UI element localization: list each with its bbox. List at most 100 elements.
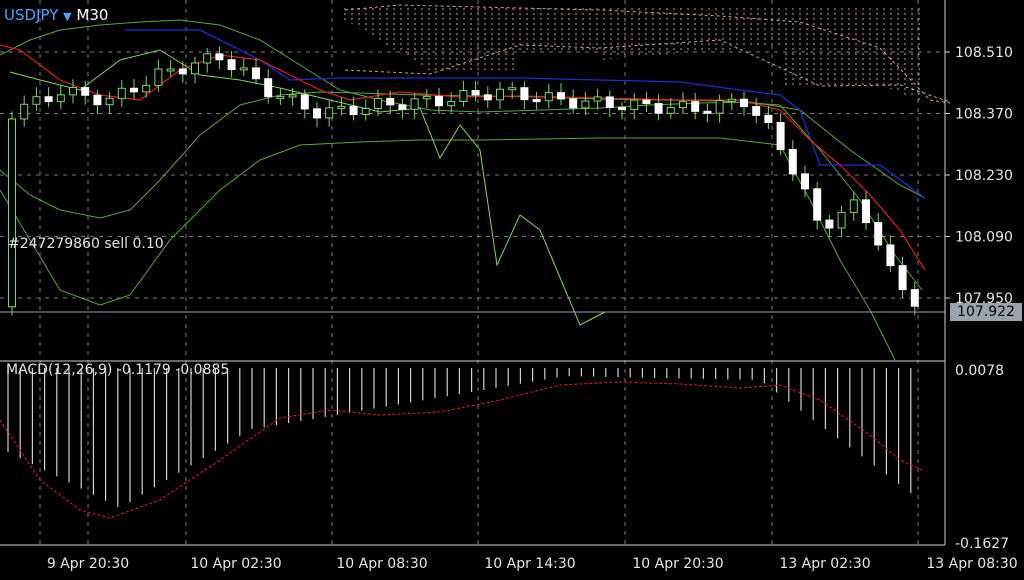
candle-bull (727, 98, 736, 102)
bollinger-middle (0, 91, 923, 291)
symbol-name: USDJPY (4, 6, 59, 24)
timeframe-label: M30 (76, 6, 109, 24)
current-price-tag: 107.922 (950, 303, 1022, 321)
candle-bull (361, 107, 370, 115)
candle-bull (166, 68, 175, 72)
candle-bear (178, 68, 187, 75)
candle-bull (154, 68, 163, 86)
candle-bear (398, 104, 407, 110)
candle-bear (227, 59, 236, 71)
price-axis-tick: 108.230 (955, 168, 1013, 184)
candle-bull (630, 99, 639, 111)
candle-bull (337, 105, 346, 109)
candle-bull (593, 96, 602, 102)
candle-bear (349, 105, 358, 115)
candle-bear (81, 87, 90, 96)
candle-bear (264, 78, 273, 98)
candle-bear (654, 103, 663, 114)
price-axis-tick: 108.090 (955, 230, 1013, 246)
candle-bull (8, 118, 16, 308)
candle-bear (642, 99, 651, 105)
time-axis-tick: 9 Apr 20:30 (47, 556, 129, 572)
candle-bear (764, 114, 773, 124)
chart-canvas[interactable]: 108.510108.370108.230108.090107.9500.007… (0, 0, 1024, 576)
candle-bull (837, 211, 846, 229)
candle-bull (666, 107, 675, 114)
candle-bull (239, 67, 248, 71)
candle-bear (252, 67, 260, 80)
candle-bull (849, 199, 858, 213)
macd-indicator-label: MACD(12,26,9) -0.1179 -0.0885 (6, 362, 230, 378)
candle-bear (313, 108, 321, 119)
candle-bear (130, 87, 138, 93)
candle-bear (386, 97, 395, 106)
candle-bear (557, 92, 565, 100)
candle-bear (483, 94, 492, 101)
trade-order-label[interactable]: #247279860 sell 0.10 (8, 236, 164, 252)
candle-bull (679, 101, 687, 109)
candle-bear (776, 122, 785, 150)
candle-bull (276, 96, 285, 100)
green-oscillator-line (9, 49, 606, 326)
candle-bull (459, 89, 468, 102)
dropdown-triangle-icon[interactable]: ▼ (63, 10, 71, 23)
candle-bear (740, 98, 748, 108)
candle-bear (435, 95, 443, 107)
candle-bull (410, 98, 419, 110)
candle-bear (215, 53, 224, 61)
candle-bear (44, 96, 53, 103)
candlesticks (8, 46, 919, 316)
candle-bear (532, 99, 541, 103)
time-axis-tick: 13 Apr 02:30 (779, 556, 870, 572)
candle-bull (422, 95, 431, 100)
candle-bear (898, 265, 907, 291)
candle-bull (142, 84, 151, 93)
bollinger-bands (0, 19, 926, 361)
time-axis-tick: 13 Apr 08:30 (926, 556, 1017, 572)
candle-bear (300, 94, 309, 110)
time-axis-tick: 10 Apr 20:30 (632, 556, 723, 572)
candle-bull (325, 107, 334, 119)
candle-bear (813, 188, 822, 221)
candle-bull (56, 94, 65, 103)
macd-signal-line (0, 381, 923, 519)
candle-bull (20, 103, 29, 120)
candle-bull (117, 87, 126, 99)
candle-bear (605, 96, 614, 109)
candle-bear (618, 107, 626, 111)
bollinger-upper (0, 19, 926, 199)
ichimoku-cloud (344, 4, 951, 104)
candle-bear (788, 148, 797, 175)
price-axis-labels: 108.510108.370108.230108.090107.9500.007… (945, 45, 1013, 552)
time-axis-labels: 9 Apr 20:30 10 Apr 02:30 10 Apr 08:30 10 Ap… (47, 556, 1018, 572)
candle-bear (910, 289, 919, 307)
time-axis-tick: 10 Apr 08:30 (336, 556, 427, 572)
candle-bear (752, 106, 761, 116)
candle-bull (447, 100, 456, 107)
candle-bear (520, 87, 529, 101)
symbol-label[interactable]: USDJPY ▼ M30 (4, 6, 108, 24)
candle-bull (288, 94, 297, 98)
candle-bear (569, 98, 578, 109)
candle-bear (93, 94, 102, 106)
candle-bull (32, 96, 41, 105)
candle-bear (801, 173, 809, 190)
macd-axis-bottom: -0.1627 (955, 536, 1009, 552)
price-axis-tick: 108.510 (955, 45, 1013, 61)
candle-bull (508, 87, 517, 91)
time-axis-tick: 10 Apr 14:30 (484, 556, 575, 572)
candle-bear (862, 199, 870, 224)
candle-bull (715, 100, 724, 114)
candle-bull (69, 87, 77, 96)
candle-bull (203, 53, 212, 64)
time-axis-tick: 10 Apr 02:30 (190, 556, 281, 572)
candle-bear (886, 244, 895, 267)
price-axis-tick: 108.370 (955, 107, 1013, 123)
chart-window[interactable]: 108.510 108.370 108.230 108.090 107.950 0.007… (0, 0, 1024, 576)
candle-bear (703, 110, 712, 114)
macd-histogram (0, 368, 923, 519)
candle-bull (496, 88, 504, 101)
candle-bull (581, 100, 590, 109)
macd-axis-top: 0.0078 (955, 363, 1004, 379)
candle-bull (191, 62, 199, 75)
